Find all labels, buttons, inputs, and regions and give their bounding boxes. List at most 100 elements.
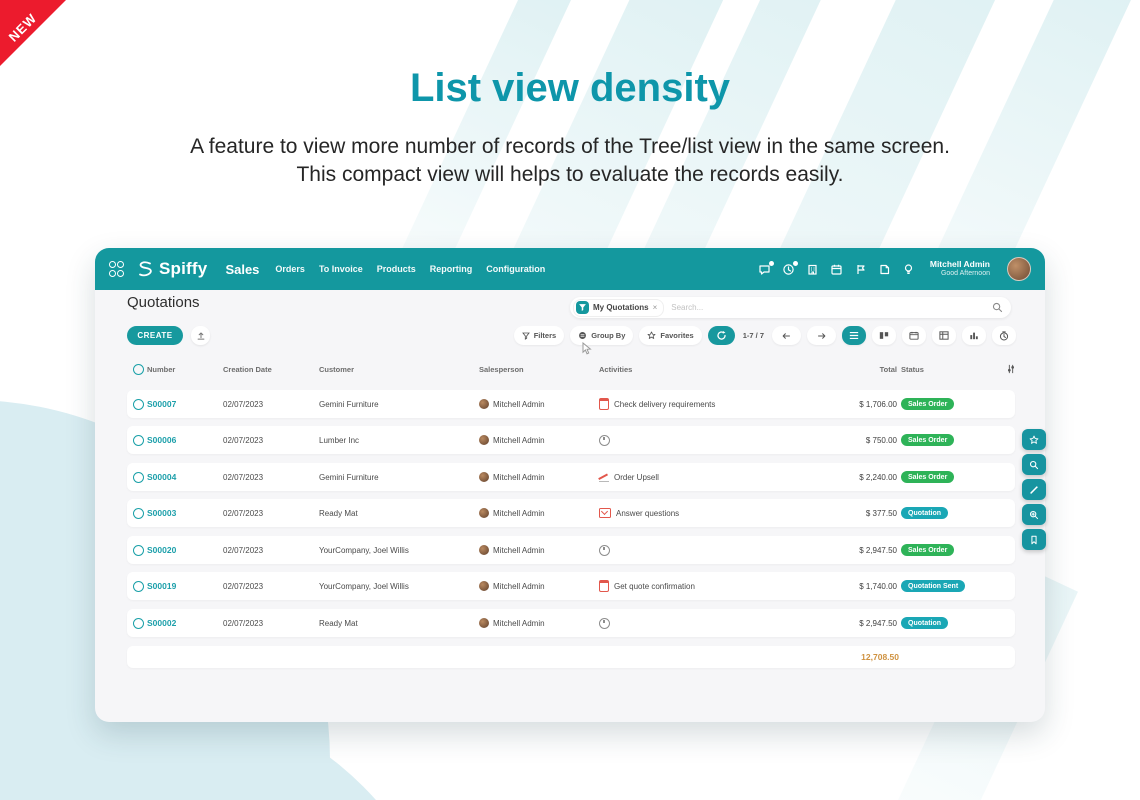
col-activities[interactable]: Activities: [599, 365, 769, 374]
creation-date: 02/07/2023: [223, 546, 319, 555]
nav-orders[interactable]: Orders: [275, 264, 305, 274]
notification-dot: [793, 261, 798, 266]
messages-icon[interactable]: [758, 263, 771, 276]
table-row[interactable]: S00006 02/07/2023 Lumber Inc Mitchell Ad…: [127, 426, 1015, 454]
col-total[interactable]: Total: [769, 365, 899, 374]
pager-next-button[interactable]: [807, 326, 836, 345]
fab-search-button[interactable]: [1022, 454, 1046, 475]
quotation-number[interactable]: S00007: [147, 399, 223, 409]
quotation-number[interactable]: S00003: [147, 508, 223, 518]
activity-cell[interactable]: Check delivery requirements: [599, 398, 769, 410]
quotation-number[interactable]: S00002: [147, 618, 223, 628]
col-number[interactable]: Number: [147, 365, 223, 374]
user-avatar[interactable]: [1007, 257, 1031, 281]
salesperson-cell: Mitchell Admin: [479, 581, 599, 591]
view-pivot-button[interactable]: [932, 326, 956, 345]
status-badge: Quotation: [901, 507, 948, 519]
table-header: Number Creation Date Customer Salesperso…: [127, 361, 1015, 377]
table-row[interactable]: S00003 02/07/2023 Ready Mat Mitchell Adm…: [127, 499, 1015, 527]
customer-name: Gemini Furniture: [319, 473, 479, 482]
current-app[interactable]: Sales: [225, 262, 259, 277]
row-checkbox[interactable]: [133, 618, 144, 629]
brand-name: Spiffy: [159, 259, 207, 279]
activity-cell[interactable]: [599, 618, 769, 629]
total-amount: $ 2,947.50: [769, 619, 899, 628]
activity-icon: [599, 508, 611, 518]
favorites-button[interactable]: Favorites: [639, 326, 701, 345]
row-checkbox[interactable]: [133, 581, 144, 592]
view-list-button[interactable]: [842, 326, 866, 345]
apps-menu-icon[interactable]: [109, 261, 123, 277]
note-icon[interactable]: [878, 263, 891, 276]
row-checkbox[interactable]: [133, 435, 144, 446]
export-button[interactable]: [191, 326, 210, 345]
col-salesperson[interactable]: Salesperson: [479, 365, 599, 374]
activity-icon: [599, 473, 609, 482]
fab-edit-button[interactable]: [1022, 479, 1046, 500]
enterprise-icon[interactable]: [806, 263, 819, 276]
row-checkbox[interactable]: [133, 399, 144, 410]
view-kanban-button[interactable]: [872, 326, 896, 345]
view-activity-button[interactable]: [992, 326, 1016, 345]
group-by-button[interactable]: Group By: [570, 326, 633, 345]
star-icon: [1029, 435, 1039, 445]
remove-filter-icon[interactable]: ×: [653, 303, 658, 312]
filter-chip[interactable]: My Quotations ×: [573, 299, 664, 317]
col-customer[interactable]: Customer: [319, 365, 479, 374]
fab-zoom-button[interactable]: [1022, 504, 1046, 525]
pencil-icon: [1029, 485, 1039, 495]
nav-products[interactable]: Products: [377, 264, 416, 274]
quotation-number[interactable]: S00020: [147, 545, 223, 555]
activities-icon[interactable]: [782, 263, 795, 276]
calendar-icon[interactable]: [830, 263, 843, 276]
nav-to-invoice[interactable]: To Invoice: [319, 264, 363, 274]
fab-bookmark-button[interactable]: [1022, 529, 1046, 550]
search-bar[interactable]: My Quotations ×: [570, 297, 1011, 318]
activity-cell[interactable]: Order Upsell: [599, 473, 769, 482]
quotation-number[interactable]: S00019: [147, 581, 223, 591]
customer-name: Gemini Furniture: [319, 400, 479, 409]
row-checkbox[interactable]: [133, 508, 144, 519]
search-icon[interactable]: [992, 302, 1003, 313]
refresh-button[interactable]: [708, 326, 735, 345]
salesperson-cell: Mitchell Admin: [479, 618, 599, 628]
bulb-icon[interactable]: [902, 263, 915, 276]
creation-date: 02/07/2023: [223, 509, 319, 518]
announcement-icon[interactable]: [854, 263, 867, 276]
create-button[interactable]: CREATE: [127, 326, 183, 345]
favorites-label: Favorites: [660, 331, 693, 340]
kanban-view-icon: [879, 331, 889, 340]
table-row[interactable]: S00002 02/07/2023 Ready Mat Mitchell Adm…: [127, 609, 1015, 637]
mouse-cursor-icon: [582, 342, 593, 355]
row-checkbox[interactable]: [133, 472, 144, 483]
select-all-checkbox[interactable]: [133, 364, 144, 375]
user-menu[interactable]: Mitchell Admin Good Afternoon: [930, 259, 990, 278]
sliders-icon: [1006, 364, 1016, 374]
search-input[interactable]: [669, 302, 987, 313]
quotation-number[interactable]: S00004: [147, 472, 223, 482]
col-status[interactable]: Status: [899, 365, 1006, 374]
optional-columns-button[interactable]: [1006, 364, 1016, 374]
fab-favorite-button[interactable]: [1022, 429, 1046, 450]
row-checkbox[interactable]: [133, 545, 144, 556]
pager-prev-button[interactable]: [772, 326, 801, 345]
activity-cell[interactable]: [599, 545, 769, 556]
quotation-number[interactable]: S00006: [147, 435, 223, 445]
nav-configuration[interactable]: Configuration: [486, 264, 545, 274]
view-graph-button[interactable]: [962, 326, 986, 345]
table-row[interactable]: S00020 02/07/2023 YourCompany, Joel Will…: [127, 536, 1015, 564]
activity-cell[interactable]: Answer questions: [599, 508, 769, 518]
table-row[interactable]: S00004 02/07/2023 Gemini Furniture Mitch…: [127, 463, 1015, 491]
activity-cell[interactable]: [599, 435, 769, 446]
col-creation-date[interactable]: Creation Date: [223, 365, 319, 374]
activity-cell[interactable]: Get quote confirmation: [599, 580, 769, 592]
salesperson-cell: Mitchell Admin: [479, 435, 599, 445]
pager-range: 1-7 / 7: [743, 331, 764, 340]
creation-date: 02/07/2023: [223, 582, 319, 591]
salesperson-avatar: [479, 618, 489, 628]
table-row[interactable]: S00007 02/07/2023 Gemini Furniture Mitch…: [127, 390, 1015, 418]
nav-reporting[interactable]: Reporting: [430, 264, 473, 274]
table-row[interactable]: S00019 02/07/2023 YourCompany, Joel Will…: [127, 572, 1015, 600]
view-calendar-button[interactable]: [902, 326, 926, 345]
filters-button[interactable]: Filters: [514, 326, 565, 345]
